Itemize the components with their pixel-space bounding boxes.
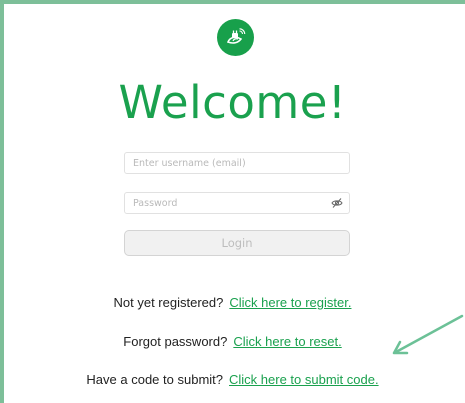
- register-row: Not yet registered? Click here to registe…: [0, 295, 465, 310]
- arrow-annotation-icon: [392, 314, 464, 355]
- register-link[interactable]: Click here to register.: [229, 295, 351, 310]
- register-prompt: Not yet registered?: [113, 295, 224, 310]
- forgot-prompt: Forgot password?: [123, 334, 228, 349]
- eye-slash-icon[interactable]: [331, 197, 343, 209]
- username-input[interactable]: [124, 152, 350, 174]
- brand-logo: [217, 19, 254, 56]
- login-button[interactable]: Login: [124, 230, 350, 256]
- submit-code-row: Have a code to submit? Click here to subm…: [0, 372, 465, 387]
- reset-link[interactable]: Click here to reset.: [233, 334, 341, 349]
- submit-code-link[interactable]: Click here to submit code.: [229, 372, 379, 387]
- page-title: Welcome!: [118, 76, 347, 129]
- code-prompt: Have a code to submit?: [86, 372, 223, 387]
- plant-plug-icon: [226, 27, 245, 44]
- password-input[interactable]: [124, 192, 350, 214]
- password-field-wrapper: [124, 192, 350, 214]
